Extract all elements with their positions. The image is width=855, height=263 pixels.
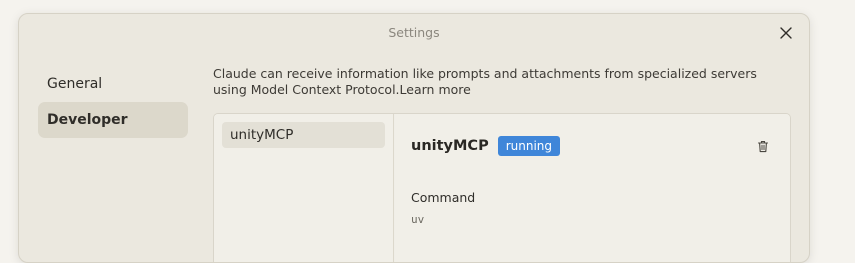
nav-item-general[interactable]: General xyxy=(38,66,188,102)
server-name: unityMCP xyxy=(411,138,489,154)
mcp-servers-panel: unityMCP unityMCP running Command uv xyxy=(213,113,791,262)
close-button[interactable] xyxy=(775,22,797,44)
server-list-item-label: unityMCP xyxy=(230,127,294,143)
command-value: uv xyxy=(411,213,425,226)
nav-item-label: General xyxy=(47,76,103,92)
nav-item-label: Developer xyxy=(47,112,128,128)
learn-more-link[interactable]: Learn more xyxy=(400,82,471,97)
server-detail: unityMCP running Command uv xyxy=(395,114,790,262)
delete-server-button[interactable] xyxy=(754,137,772,155)
description-text: Claude can receive information like prom… xyxy=(213,66,757,97)
command-label: Command xyxy=(411,190,476,205)
developer-description: Claude can receive information like prom… xyxy=(213,66,773,98)
settings-nav: General Developer xyxy=(38,66,188,138)
nav-item-developer[interactable]: Developer xyxy=(38,102,188,138)
settings-dialog: Settings General Developer Claude can re… xyxy=(18,13,810,263)
close-icon xyxy=(780,27,792,39)
trash-icon xyxy=(757,140,769,152)
dialog-titlebar: Settings xyxy=(19,14,809,52)
server-detail-header: unityMCP running xyxy=(411,135,778,157)
server-list: unityMCP xyxy=(214,114,394,262)
server-list-item[interactable]: unityMCP xyxy=(222,122,385,148)
dialog-title: Settings xyxy=(388,25,440,40)
status-badge: running xyxy=(497,136,561,156)
